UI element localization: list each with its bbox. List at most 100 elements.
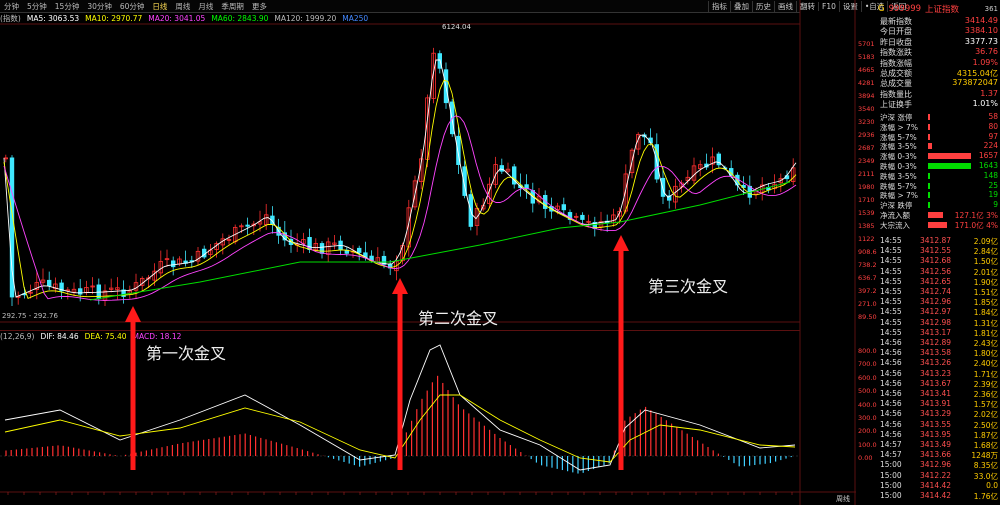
breadth-row: 沪深 涨停 58	[880, 112, 1000, 122]
tick-time: 14:55	[880, 256, 902, 266]
macd-tick: 800.0	[858, 347, 877, 355]
tick-time: 14:55	[880, 287, 902, 296]
candle-body	[580, 214, 585, 220]
price-tick: 1385	[858, 222, 875, 230]
tick-row: 14:55 3412.87 2.09亿	[880, 236, 1000, 246]
candle-body	[47, 279, 52, 287]
tick-price: 3413.66	[920, 450, 952, 460]
tick-row: 15:00 3414.42 0.0	[880, 481, 1000, 491]
breadth-row: 跌幅 > 7% 19	[880, 190, 1000, 200]
tick-time: 14:56	[880, 338, 902, 347]
breadth-row: 涨幅 > 7% 80	[880, 122, 1000, 132]
stat-value: 1.37	[980, 88, 998, 98]
tick-price: 3413.91	[920, 399, 952, 409]
breadth-value: 80	[988, 121, 998, 131]
breadth-value: 9	[993, 200, 998, 210]
breadth-bar	[928, 182, 930, 189]
breadth-bar	[928, 192, 930, 199]
stat-key: 今日开盘	[880, 27, 912, 37]
tick-time: 14:56	[880, 399, 902, 409]
price-tick: 2349	[858, 157, 875, 165]
breadth-bar	[928, 153, 971, 160]
tick-time: 14:55	[880, 236, 902, 245]
breadth-value: 224	[983, 141, 998, 151]
tick-price: 3412.22	[920, 470, 952, 480]
stat-key: 指数量比	[880, 89, 912, 99]
tick-time: 14:56	[880, 348, 902, 358]
tick-row: 14:55 3412.65 1.90亿	[880, 277, 1000, 287]
tick-price: 3414.42	[920, 480, 952, 490]
tick-row: 14:56 3412.89 2.43亿	[880, 338, 1000, 348]
stat-value: 3384.10	[964, 26, 998, 36]
macd-tick: 300.0	[858, 414, 877, 422]
stat-key: 上证换手	[880, 100, 912, 110]
tick-row: 14:55 3412.98 1.31亿	[880, 318, 1000, 328]
breadth-value: 58	[988, 112, 998, 121]
breadth-bar	[928, 143, 932, 150]
tick-price: 3412.89	[920, 338, 952, 347]
stat-row: 今日开盘 3384.10	[880, 26, 1000, 36]
annotation-first: 第一次金叉	[146, 344, 227, 363]
candle-body	[356, 247, 362, 253]
stat-row: 指数量比 1.37	[880, 89, 1000, 99]
tick-row: 14:56 3413.91 1.57亿	[880, 399, 1000, 409]
candle-body	[245, 224, 250, 227]
tick-price: 3413.41	[920, 389, 952, 398]
stat-row: 指数涨幅 1.09%	[880, 58, 1000, 68]
tick-price: 3413.49	[920, 440, 952, 449]
price-tick: 908.6	[858, 248, 877, 256]
kline-chart[interactable]	[0, 0, 860, 505]
macd-tick: 500.0	[858, 387, 877, 396]
tick-time: 14:55	[880, 266, 902, 276]
candle-body	[319, 243, 325, 254]
price-tick: 1710	[858, 196, 875, 204]
tick-time: 14:56	[880, 429, 902, 439]
candle-body	[561, 204, 566, 211]
price-tick: 738.2	[858, 261, 877, 269]
tick-time: 14:55	[880, 327, 902, 337]
tick-row: 14:57 3413.66 1248万	[880, 450, 1000, 460]
price-tick: 89.50	[858, 313, 877, 321]
index-prefix: G	[878, 4, 885, 14]
tick-row: 15:00 3412.22 33.0亿	[880, 471, 1000, 481]
tick-time: 14:56	[880, 378, 902, 388]
tick-time: 14:57	[880, 450, 902, 460]
tick-price: 3413.29	[920, 409, 952, 419]
candle-body	[78, 288, 83, 295]
breadth-bar	[928, 202, 930, 209]
tick-price: 3412.96	[920, 460, 952, 470]
tick-row: 14:56 3413.95 1.87亿	[880, 430, 1000, 440]
macd-tick: 600.0	[858, 373, 877, 382]
price-tick: 5701	[858, 40, 875, 48]
index-more[interactable]: 361	[985, 5, 1000, 13]
week-label: 周线	[836, 495, 850, 503]
price-tick: 3230	[858, 118, 875, 126]
tick-row: 15:00 3412.96 8.35亿	[880, 460, 1000, 470]
tick-row: 14:56 3413.41 2.36亿	[880, 389, 1000, 399]
price-tick: 1539	[858, 209, 875, 217]
tick-price: 3412.68	[920, 256, 952, 266]
price-tick: 2936	[858, 131, 875, 139]
breadth-value: 148	[983, 170, 998, 180]
price-tick: 5183	[858, 53, 875, 61]
tick-price: 3413.23	[920, 368, 952, 378]
candle-body	[170, 260, 176, 268]
stat-key: 总成交量	[880, 79, 912, 89]
candle-body	[499, 165, 504, 172]
tick-time: 14:56	[880, 368, 902, 378]
breadth-value: 25	[988, 180, 998, 190]
stat-row: 最新指数 3414.49	[880, 16, 1000, 26]
tick-row: 14:56 3413.55 2.50亿	[880, 420, 1000, 430]
breadth-row: 涨幅 0-3% 1657	[880, 151, 1000, 161]
tick-row: 14:55 3412.56 2.01亿	[880, 267, 1000, 277]
breadth-key: 大宗流入	[880, 220, 910, 230]
tick-price: 3413.58	[920, 348, 952, 358]
tick-price: 3414.42	[920, 491, 952, 500]
tick-time: 14:57	[880, 440, 902, 449]
stat-row: 上证换手 1.01%	[880, 99, 1000, 109]
index-code: 999999	[888, 4, 922, 14]
tick-row: 14:56 3413.26 2.40亿	[880, 358, 1000, 368]
price-tick: 397.2	[858, 287, 877, 295]
stat-value: 1.09%	[972, 57, 998, 67]
breadth-bar	[928, 221, 947, 228]
